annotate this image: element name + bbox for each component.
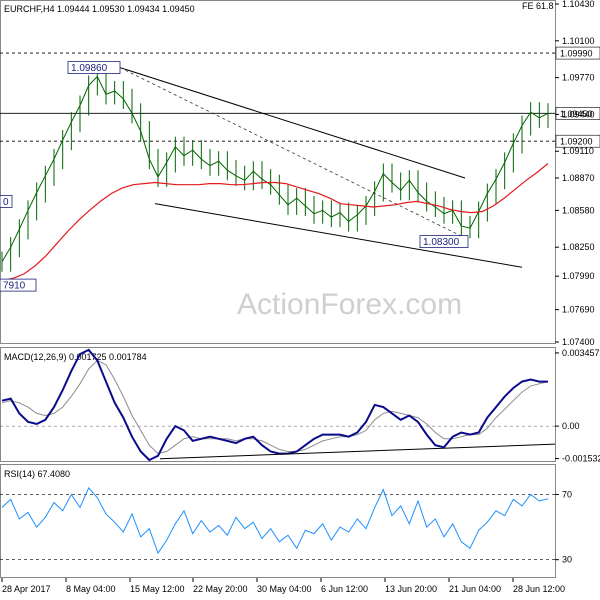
x-tick-label: 8 May 04:00: [66, 584, 116, 594]
chart-window: ActionForex.com EURCHF,H4 1.09444 1.0953…: [0, 0, 600, 600]
moving-average-line: [1, 163, 549, 282]
x-tick-label: 22 May 20:00: [193, 584, 248, 594]
x-tick-label: 6 Jun 12:00: [321, 584, 368, 594]
rsi-legend: RSI(14) 67.4080: [4, 469, 70, 479]
fibonacci-dashed-line: [119, 67, 469, 240]
annotation-label: 0: [3, 197, 9, 208]
y-tick-label: 1.09110: [562, 146, 594, 156]
macd-signal-line: [1, 359, 549, 455]
channel-upper-line: [119, 67, 466, 179]
rsi-panel-frame: [0, 464, 556, 578]
price-header: EURCHF,H4 1.09444 1.09530 1.09434 1.0945…: [4, 4, 195, 14]
price-series: [1, 66, 549, 282]
annotation-label: 7910: [3, 281, 26, 292]
y-tick-label: 1.08870: [562, 173, 595, 183]
annotation-label: 1.09860: [71, 63, 108, 74]
macd-indicator: 0.003457 0.00 -0.001532: [0, 348, 600, 464]
rsi-tick-label: 70: [562, 489, 572, 499]
rsi-indicator: 70 30: [0, 486, 572, 565]
chart-canvas: ActionForex.com EURCHF,H4 1.09444 1.0953…: [0, 0, 600, 594]
watermark: ActionForex.com: [237, 288, 462, 321]
price-line: [1, 75, 549, 262]
price-annotations: 1.09860 1.08300 7910 0: [0, 61, 469, 292]
y-tick-label: 1.09440: [562, 109, 595, 119]
y-tick-label: 1.07990: [562, 271, 595, 281]
macd-line: [1, 348, 548, 462]
y-tick-label: 1.07400: [562, 337, 595, 347]
macd-tick-label: -0.001532: [562, 454, 600, 464]
macd-panel-frame: [0, 347, 556, 462]
x-tick-label: 28 Jun 12:00: [513, 584, 565, 594]
macd-tick-label: 0.003457: [562, 348, 600, 358]
macd-legend: MACD(12,26,9) 0.001725 0.001784: [4, 352, 147, 362]
rsi-line: [1, 486, 549, 555]
x-tick-label: 21 Jun 04:00: [449, 584, 501, 594]
rsi-tick-label: 30: [562, 555, 572, 565]
y-tick-label: 1.09770: [562, 73, 595, 83]
y-tick-label: 1.07690: [562, 305, 595, 315]
y-tick-label: 1.08250: [562, 242, 595, 252]
y-tick-label: 1.10430: [562, 0, 595, 9]
x-tick-label: 28 Apr 2017: [2, 584, 51, 594]
time-axis: 28 Apr 2017 8 May 04:00 15 May 12:00 22 May…: [1, 578, 565, 594]
level-label: 1.09990: [560, 49, 593, 59]
annotation-label: 1.08300: [423, 237, 460, 248]
x-tick-label: 13 Jun 20:00: [385, 584, 437, 594]
x-tick-label: 15 May 12:00: [130, 584, 185, 594]
y-tick-label: 1.08580: [562, 205, 595, 215]
macd-trendline: [159, 443, 556, 460]
y-tick-label: 1.10100: [562, 36, 595, 46]
macd-tick-label: 0.00: [562, 421, 580, 431]
x-tick-label: 30 May 04:00: [257, 584, 312, 594]
fe-corner-label: FE 61.8: [522, 1, 554, 11]
level-label: 1.09200: [560, 137, 593, 147]
